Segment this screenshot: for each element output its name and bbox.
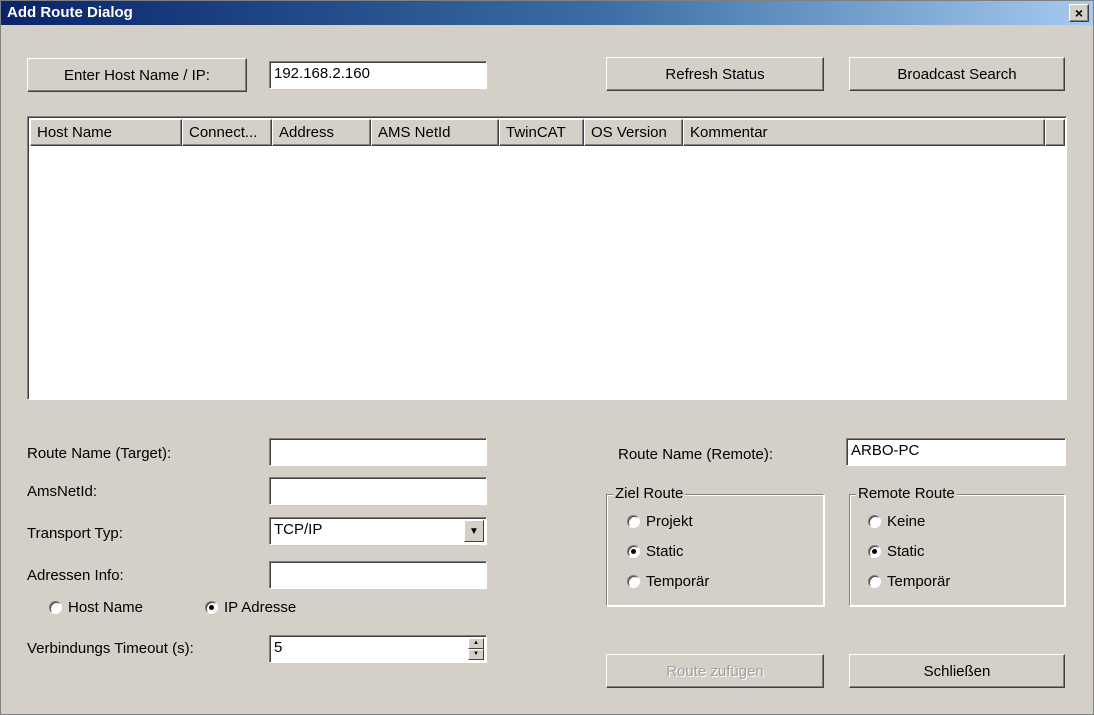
spin-up-icon[interactable]: ▲ [468, 638, 484, 649]
radio-ip-adresse-indicator [205, 601, 218, 614]
ziel-route-group: Ziel Route Projekt Static Temporär [606, 485, 824, 606]
broadcast-search-label: Broadcast Search [897, 65, 1017, 83]
refresh-status-button[interactable]: Refresh Status [606, 57, 824, 91]
route-name-remote-input[interactable]: ARBO-PC [846, 438, 1066, 466]
route-zufuegen-button[interactable]: Route zufügen [606, 654, 824, 688]
radio-host-name-indicator [49, 601, 62, 614]
spin-down-icon[interactable]: ▼ [468, 649, 484, 660]
radio-host-name-label: Host Name [68, 599, 144, 616]
radio-ip-adresse-label: IP Adresse [224, 599, 297, 616]
column-twincat[interactable]: TwinCAT [499, 119, 584, 146]
remote-route-static[interactable]: Static [868, 543, 925, 560]
column-connected[interactable]: Connect... [182, 119, 272, 146]
route-name-remote-label: Route Name (Remote): [618, 446, 774, 463]
refresh-status-label: Refresh Status [665, 65, 765, 83]
remote-route-static-indicator [868, 545, 881, 558]
column-ams-netid[interactable]: AMS NetId [371, 119, 499, 146]
combo-arrow-down-icon[interactable]: ▼ [464, 520, 484, 542]
ziel-route-temporaer[interactable]: Temporär [627, 573, 709, 590]
route-list-view[interactable]: Host Name Connect... Address AMS NetId T… [27, 116, 1067, 400]
schliessen-label: Schließen [923, 662, 991, 680]
broadcast-search-button[interactable]: Broadcast Search [849, 57, 1065, 91]
remote-route-temporaer[interactable]: Temporär [868, 573, 950, 590]
radio-ip-adresse[interactable]: IP Adresse [205, 599, 296, 616]
remote-route-keine[interactable]: Keine [868, 513, 925, 530]
window-title: Add Route Dialog [7, 4, 133, 21]
remote-route-group: Remote Route Keine Static Temporär [849, 485, 1065, 606]
adressen-info-input[interactable] [269, 561, 487, 589]
timeout-label: Verbindungs Timeout (s): [27, 640, 194, 657]
add-route-dialog: Add Route Dialog × Enter Host Name / IP:… [0, 0, 1094, 715]
ziel-route-projekt[interactable]: Projekt [627, 513, 693, 530]
route-name-target-label: Route Name (Target): [27, 445, 172, 462]
remote-route-keine-label: Keine [887, 513, 926, 530]
spin-buttons: ▲ ▼ [468, 638, 484, 660]
transport-typ-select[interactable]: TCP/IP ▼ [269, 517, 487, 545]
amsnetid-label: AmsNetId: [27, 483, 98, 500]
ziel-route-temporaer-label: Temporär [646, 573, 710, 590]
radio-host-name[interactable]: Host Name [49, 599, 143, 616]
ziel-route-projekt-label: Projekt [646, 513, 693, 530]
transport-typ-label: Transport Typ: [27, 525, 123, 542]
route-zufuegen-label: Route zufügen [666, 662, 764, 680]
ziel-route-static-indicator [627, 545, 640, 558]
close-window-button[interactable]: × [1069, 4, 1089, 22]
column-kommentar[interactable]: Kommentar [683, 119, 1045, 146]
column-address[interactable]: Address [272, 119, 371, 146]
enter-host-button[interactable]: Enter Host Name / IP: [27, 58, 247, 92]
ziel-route-static[interactable]: Static [627, 543, 684, 560]
list-header: Host Name Connect... Address AMS NetId T… [30, 119, 1065, 146]
adressen-info-label: Adressen Info: [27, 567, 124, 584]
remote-route-title: Remote Route [856, 485, 957, 502]
amsnetid-input[interactable] [269, 477, 487, 505]
column-host-name[interactable]: Host Name [30, 119, 182, 146]
remote-route-temporaer-indicator [868, 575, 881, 588]
schliessen-button[interactable]: Schließen [849, 654, 1065, 688]
remote-route-static-label: Static [887, 543, 925, 560]
title-bar[interactable]: Add Route Dialog × [1, 1, 1093, 25]
remote-route-keine-indicator [868, 515, 881, 528]
ziel-route-temporaer-indicator [627, 575, 640, 588]
ziel-route-title: Ziel Route [613, 485, 686, 502]
host-ip-input[interactable]: 192.168.2.160 [269, 61, 487, 89]
ziel-route-projekt-indicator [627, 515, 640, 528]
ziel-route-static-label: Static [646, 543, 684, 560]
close-icon: × [1074, 5, 1084, 21]
timeout-value: 5 [274, 639, 283, 656]
remote-route-temporaer-label: Temporär [887, 573, 951, 590]
enter-host-label: Enter Host Name / IP: [64, 66, 210, 84]
column-os-version[interactable]: OS Version [584, 119, 683, 146]
route-name-target-input[interactable] [269, 438, 487, 466]
timeout-spinner[interactable]: 5 ▲ ▼ [269, 635, 487, 663]
transport-typ-value: TCP/IP [274, 521, 323, 538]
column-filler [1045, 119, 1065, 146]
